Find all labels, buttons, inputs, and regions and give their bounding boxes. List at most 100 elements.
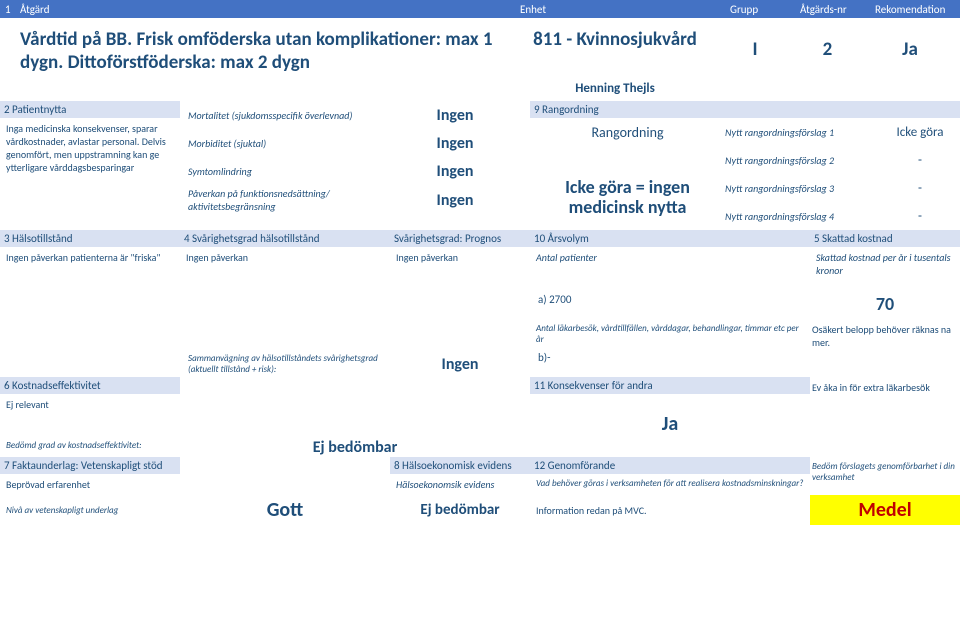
spacer: [530, 436, 810, 457]
spacer: [0, 293, 530, 315]
volume-note: Antal läkarbesök, vårdtillfällen, vårdda…: [530, 321, 810, 351]
section-11-value: Ja: [530, 412, 810, 436]
row-health-volume: 3 Hälsotillstånd Ingen påverkan patiente…: [0, 230, 960, 281]
header-rek: Rekomendation: [870, 1, 960, 18]
section-4-head: 4 Svårighetsgrad hälsotillstånd: [180, 230, 390, 247]
volume-b-value: b)-: [530, 351, 810, 377]
evidence-level-value: Gott: [180, 498, 390, 522]
section-12: 12 Genomförande Vad behöver göras i verk…: [530, 457, 810, 495]
measure-label: Symtomlindring: [180, 165, 380, 178]
volume-a-value: a) 2700: [530, 293, 810, 315]
ranking-center-inner: Icke göra = ingen medicinsk nytta: [530, 178, 725, 218]
section-3: 3 Hälsotillstånd Ingen påverkan patiente…: [0, 230, 180, 281]
ranking-proposal-value: Icke göra: [880, 125, 960, 140]
spacer: [0, 351, 180, 377]
ranking-row: Nytt rangordningsförslag 2 -: [530, 146, 960, 174]
section-prognos: Svårighetsgrad: Prognos Ingen påverkan: [390, 230, 530, 281]
section-11-head: 11 Konsekvenser för andra: [530, 377, 810, 394]
header-grupp: Grupp: [725, 1, 795, 18]
recommendation-value: Ja: [865, 28, 955, 96]
measure-row: Morbiditet (sjuktal) Ingen: [180, 129, 530, 157]
section-2-head: 2 Patientnytta: [0, 101, 180, 118]
ranking-proposal-value: -: [880, 153, 960, 168]
ranking-proposal-value: -: [880, 181, 960, 196]
row-patient-ranking: 2 Patientnytta Inga medicinska konsekven…: [0, 101, 960, 230]
ranking-row: Rangordning Nytt rangordningsförslag 1 I…: [530, 118, 960, 146]
section-7-head: 7 Faktaunderlag: Vetenskapligt stöd: [0, 457, 180, 474]
cost-note: Osäkert belopp behöver räknas na mer.: [810, 321, 960, 351]
table-header: 1 Åtgärd Enhet Grupp Åtgärds-nr Rekomend…: [0, 0, 960, 18]
section-2: 2 Patientnytta Inga medicinska konsekven…: [0, 101, 180, 230]
section-7-body: Beprövad erfarenhet: [0, 474, 180, 495]
row-assessable: Bedömd grad av kostnadseffektivitet: Ej …: [0, 436, 960, 457]
section-5-body: Skattad kostnad per år i tusentals krono…: [810, 247, 960, 281]
section-5-head: 5 Skattad kostnad: [810, 230, 960, 247]
consequences-note: Ev åka in för extra läkarbesök: [810, 377, 960, 436]
section-3-body: Ingen påverkan patienterna är "friska": [0, 247, 180, 268]
measure-value: Ingen: [380, 106, 530, 125]
ranking-label: Rangordning: [530, 124, 725, 141]
header-atgard: Åtgärd: [15, 1, 515, 18]
section-9-head: 9 Rangordning: [530, 101, 960, 118]
row-volume-notes: Antal läkarbesök, vårdtillfällen, vårdda…: [0, 321, 960, 351]
cost-effectiveness-value: Ej bedömbar: [180, 436, 530, 457]
ranking-proposal-label: Nytt rangordningsförslag 1: [725, 126, 880, 139]
summary-value: Ingen: [390, 355, 530, 374]
evidence-level-label: Nivå av vetenskapligt underlag: [0, 503, 180, 518]
ranking-row: Icke göra = ingen medicinsk nytta Nytt r…: [530, 174, 960, 202]
measure-label: Påverkan på funktionsnedsättning/ aktivi…: [180, 187, 380, 213]
action-title: Vårdtid på BB. Frisk omföderska utan kom…: [5, 28, 510, 96]
spacer: [810, 351, 960, 377]
ranking-proposal-value: -: [880, 209, 960, 224]
group-value: I: [720, 28, 790, 96]
section-7: 7 Faktaunderlag: Vetenskapligt stöd Bepr…: [0, 457, 180, 495]
title-row: Vårdtid på BB. Frisk omföderska utan kom…: [0, 18, 960, 101]
measure-value: Ingen: [380, 134, 530, 153]
measure-value: Ingen: [380, 191, 530, 210]
row-volume-values: a) 2700 70: [0, 293, 960, 315]
unit-name: 811 - Kvinnosjukvård: [510, 28, 720, 51]
section-2-body: Inga medicinska konsekvenser, sparar vår…: [0, 118, 180, 178]
ranking-proposal-label: Nytt rangordningsförslag 4: [725, 210, 880, 223]
action-number: 2: [790, 28, 865, 96]
section-5: 5 Skattad kostnad Skattad kostnad per år…: [810, 230, 960, 281]
unit-block: 811 - Kvinnosjukvård Henning Thejls: [510, 28, 720, 96]
section-8: 8 Hälsoekonomisk evidens Hälsoekonomsik …: [390, 457, 530, 495]
section-11: 11 Konsekvenser för andra Ja: [530, 377, 810, 436]
section-6-body: Ej relevant: [0, 394, 180, 434]
implementation-info: Information redan på MVC.: [530, 502, 810, 519]
section-4-body: Ingen påverkan: [180, 247, 390, 268]
section-6-head: 6 Kostnadseffektivitet: [0, 377, 180, 394]
measure-label: Mortalitet (sjukdomsspecifik överlevnad): [180, 109, 380, 122]
section-3-head: 3 Hälsotillstånd: [0, 230, 180, 247]
section-8-body: Hälsoekonomsik evidens: [390, 474, 530, 495]
section-6: 6 Kostnadseffektivitet Ej relevant: [0, 377, 180, 436]
section-10: 10 Årsvolym Antal patienter: [530, 230, 810, 281]
spacer: [810, 436, 960, 457]
measure-row: Påverkan på funktionsnedsättning/ aktivi…: [180, 185, 530, 215]
section-8-head: 8 Hälsoekonomisk evidens: [390, 457, 530, 474]
section-measures: Mortalitet (sjukdomsspecifik överlevnad)…: [180, 101, 530, 230]
ranking-proposal-label: Nytt rangordningsförslag 3: [725, 182, 880, 195]
spacer: [180, 457, 390, 495]
header-num: 1: [0, 1, 15, 18]
mid-spacer: [180, 377, 530, 436]
row-final: Nivå av vetenskapligt underlag Gott Ej b…: [0, 495, 960, 525]
section-4: 4 Svårighetsgrad hälsotillstånd Ingen på…: [180, 230, 390, 281]
row-cost-consequences: 6 Kostnadseffektivitet Ej relevant 11 Ko…: [0, 377, 960, 436]
unit-person: Henning Thejls: [510, 81, 720, 96]
feasibility-value: Medel: [810, 495, 960, 525]
ranking-proposal-label: Nytt rangordningsförslag 2: [725, 154, 880, 167]
section-12-head: 12 Genomförande: [530, 457, 810, 474]
section-10-head: 10 Årsvolym: [530, 230, 810, 247]
health-economic-value: Ej bedömbar: [390, 501, 530, 519]
row-evidence: 7 Faktaunderlag: Vetenskapligt stöd Bepr…: [0, 457, 960, 495]
spacer: [0, 321, 530, 351]
measure-label: Morbiditet (sjuktal): [180, 137, 380, 150]
summary-label: Sammanvägning av hälsotillståndets svåri…: [180, 353, 390, 375]
measure-row: Symtomlindring Ingen: [180, 157, 530, 185]
measure-row: Mortalitet (sjukdomsspecifik överlevnad)…: [180, 101, 530, 129]
section-prognos-head: Svårighetsgrad: Prognos: [390, 230, 530, 247]
implementation-note: Bedöm förslagets genomförbarhet i din ve…: [810, 457, 960, 495]
section-9: 9 Rangordning Rangordning Nytt rangordni…: [530, 101, 960, 230]
